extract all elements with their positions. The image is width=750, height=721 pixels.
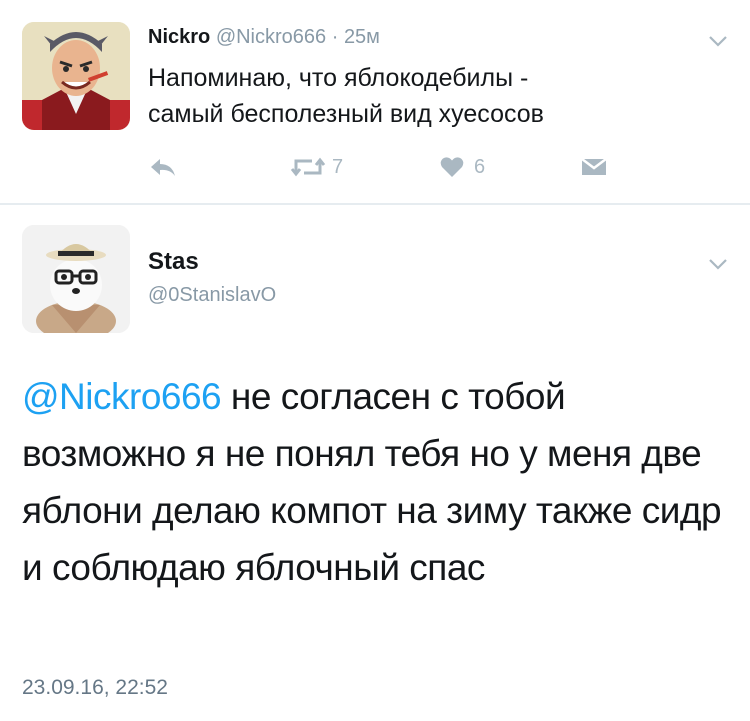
tweet-actions: 7 6 (148, 152, 618, 182)
retweet-button[interactable]: 7 (290, 152, 343, 182)
author-name[interactable]: Stas (148, 248, 199, 276)
reply-button[interactable] (148, 152, 178, 182)
tweet-text: Напоминаю, что яблокодебилы - самый бесп… (148, 60, 544, 132)
avatar[interactable] (22, 22, 130, 130)
chevron-down-icon[interactable] (708, 257, 728, 271)
tweet-text: @Nickro666 не согласен с тобой возможно … (22, 368, 737, 596)
like-button[interactable]: 6 (440, 152, 485, 182)
avatar[interactable] (22, 225, 130, 333)
reply-icon (151, 159, 175, 176)
dm-icon (581, 158, 607, 175)
like-icon (440, 157, 464, 177)
tweet-timestamp[interactable]: 23.09.16, 22:52 (22, 676, 168, 700)
tweet-text-line: Напоминаю, что яблокодебилы - (148, 64, 529, 92)
tweet-header: Nickro @Nickro666 · 25м (148, 26, 380, 49)
avatar-dog-image (22, 225, 130, 333)
tweet-original: Nickro @Nickro666 · 25м Напоминаю, что я… (0, 0, 750, 203)
avatar-cartoon-man-image (22, 22, 130, 130)
author-name[interactable]: Nickro (148, 26, 210, 48)
author-handle[interactable]: @0StanislavO (148, 284, 276, 307)
like-count: 6 (474, 155, 486, 178)
direct-message-button[interactable] (580, 152, 608, 182)
separator-dot: · (326, 26, 344, 48)
retweet-count: 7 (332, 155, 344, 178)
tweet-text-line: самый бесполезный вид хуесосов (148, 100, 544, 128)
author-handle[interactable]: @Nickro666 (216, 26, 326, 48)
retweet-icon (290, 157, 326, 177)
mention-link[interactable]: @Nickro666 (22, 376, 222, 417)
tweet-time[interactable]: 25м (344, 26, 380, 48)
chevron-down-icon[interactable] (708, 34, 728, 48)
divider (0, 203, 750, 205)
